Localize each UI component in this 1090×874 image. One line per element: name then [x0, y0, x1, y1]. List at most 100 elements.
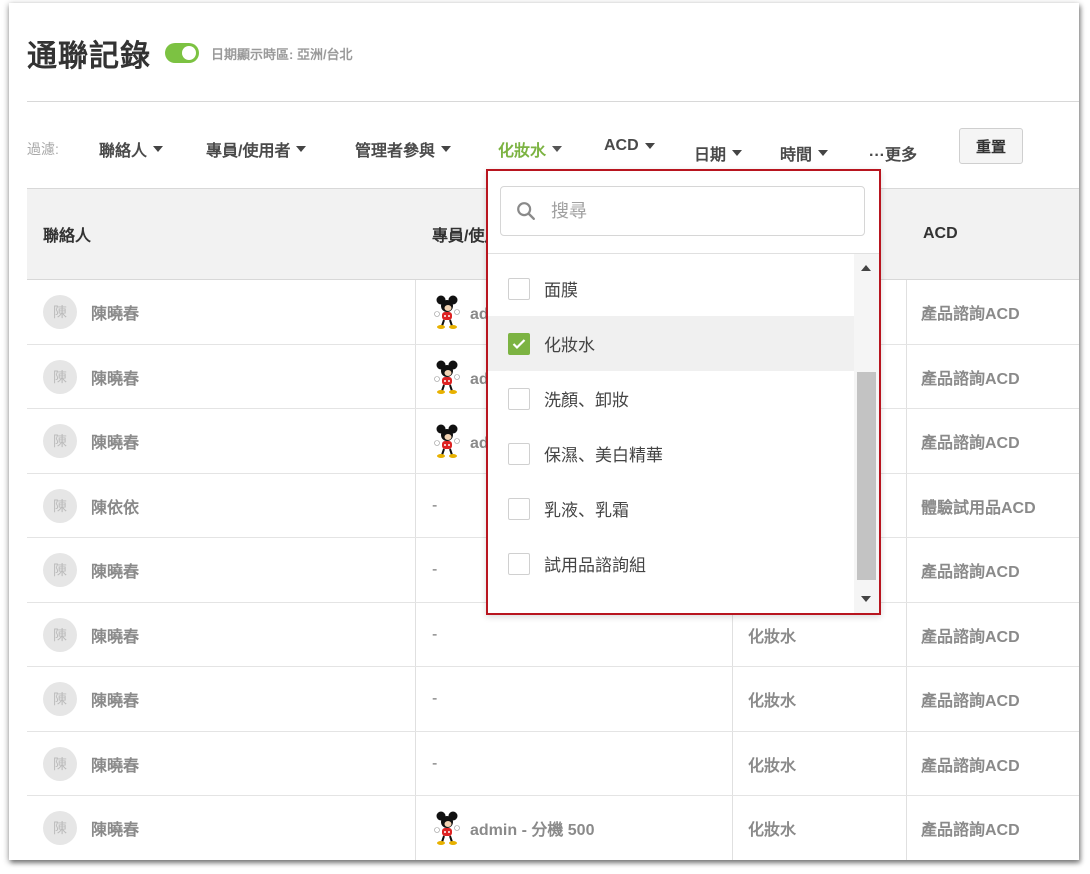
- checkbox[interactable]: [508, 497, 530, 520]
- option-label: 保濕、美白精華: [544, 446, 663, 466]
- contact-cell: 陳陳曉春: [43, 345, 139, 409]
- checkbox-checked[interactable]: [508, 332, 530, 355]
- acd-text: 產品諮詢ACD: [921, 693, 1020, 710]
- column-header-acd[interactable]: ACD: [907, 189, 958, 279]
- search-icon: [517, 202, 535, 220]
- toggle-knob: [182, 46, 196, 60]
- agent-text: -: [432, 690, 438, 707]
- filter-tag-label: 化妝水: [498, 143, 547, 160]
- table-row[interactable]: 陳陳曉春 admin - 分機 500 化妝水 產品諮詢ACD: [27, 796, 1079, 860]
- acd-text: 體驗試用品ACD: [921, 499, 1036, 517]
- caret-down-icon: [818, 150, 829, 156]
- timezone-toggle[interactable]: [165, 43, 199, 63]
- dropdown-option[interactable]: 乳液、乳霜: [488, 481, 854, 536]
- tag-cell: 化妝水: [748, 732, 796, 796]
- filter-acd[interactable]: ACD: [604, 137, 655, 155]
- checkbox[interactable]: [508, 442, 530, 465]
- filter-manager[interactable]: 管理者參與: [355, 137, 452, 161]
- contact-name-link[interactable]: 陳曉春: [91, 300, 139, 324]
- avatar: 陳: [43, 488, 77, 523]
- dropdown-option[interactable]: 化妝水: [488, 316, 854, 371]
- avatar: 陳: [43, 424, 77, 458]
- agent-cell: -: [432, 474, 437, 538]
- mickey-avatar-icon: [434, 811, 460, 845]
- agent-cell: -: [432, 603, 437, 667]
- caret-down-icon: [732, 150, 743, 156]
- avatar: 陳: [43, 682, 77, 716]
- table-row[interactable]: 陳陳曉春 - 化妝水 產品諮詢ACD: [27, 667, 1079, 732]
- acd-text: 產品諮詢ACD: [921, 564, 1020, 581]
- filter-time[interactable]: 時間: [780, 141, 829, 165]
- contact-name-link[interactable]: 陳曉春: [91, 558, 139, 582]
- dropdown-option[interactable]: 試用品諮詢組: [488, 536, 854, 591]
- tag-text: 化妝水: [748, 693, 797, 710]
- contact-cell: 陳陳曉春: [43, 538, 139, 602]
- option-label: 乳液、乳霜: [544, 501, 629, 521]
- contact-cell: 陳陳依依: [43, 474, 139, 538]
- agent-cell: -: [432, 538, 437, 602]
- agent-text: -: [432, 496, 438, 514]
- filter-manager-label: 管理者參與: [355, 143, 436, 160]
- dropdown-options: 面膜化妝水洗顏、卸妝保濕、美白精華 乳液、乳霜試用品諮詢組: [488, 261, 854, 591]
- checkbox[interactable]: [508, 277, 530, 300]
- contact-name-link[interactable]: 陳曉春: [91, 752, 139, 776]
- filter-label: 過濾:: [27, 141, 59, 157]
- acd-text: 產品諮詢ACD: [921, 822, 1020, 839]
- reset-button[interactable]: 重置: [959, 128, 1023, 164]
- acd-text: 產品諮詢ACD: [921, 628, 1020, 646]
- table-row[interactable]: 陳陳曉春 - 化妝水 產品諮詢ACD: [27, 732, 1079, 796]
- contact-name-link[interactable]: 陳曉春: [91, 816, 139, 840]
- dropdown-option[interactable]: 洗顏、卸妝: [488, 371, 854, 426]
- scroll-down-icon[interactable]: [861, 596, 871, 602]
- dropdown-option[interactable]: 保濕、美白精華: [488, 426, 854, 481]
- mickey-avatar-icon: [434, 424, 460, 458]
- caret-down-icon: [644, 143, 655, 149]
- contact-name-link[interactable]: 陳曉春: [91, 687, 139, 711]
- acd-cell: 產品諮詢ACD: [921, 796, 1020, 860]
- contact-name-link[interactable]: 陳曉春: [91, 365, 139, 389]
- filter-agent[interactable]: 專員/使用者: [206, 137, 307, 161]
- agent-text: -: [432, 754, 438, 772]
- checkbox[interactable]: [508, 387, 530, 410]
- filter-tag[interactable]: 化妝水: [498, 137, 563, 161]
- avatar: 陳: [43, 746, 77, 781]
- dropdown-search: [500, 186, 865, 236]
- contact-cell: 陳陳曉春: [43, 667, 139, 731]
- tag-cell: 化妝水: [748, 796, 796, 860]
- agent-text: -: [432, 625, 438, 643]
- dropdown-search-input[interactable]: [551, 200, 831, 222]
- avatar: 陳: [43, 617, 77, 652]
- dropdown-scrollbar[interactable]: [854, 254, 879, 613]
- option-label: 試用品諮詢組: [544, 556, 646, 576]
- tag-text: 化妝水: [748, 628, 797, 646]
- filter-date-label: 日期: [694, 147, 727, 164]
- filter-date[interactable]: 日期: [694, 141, 743, 165]
- contact-name-link[interactable]: 陳曉春: [91, 429, 139, 453]
- contact-cell: 陳陳曉春: [43, 603, 139, 667]
- acd-cell: 產品諮詢ACD: [921, 732, 1020, 796]
- agent-cell: -: [432, 732, 437, 796]
- agent-text[interactable]: admin - 分機 500: [470, 816, 594, 840]
- dropdown-option[interactable]: 面膜: [488, 261, 854, 316]
- acd-cell: 產品諮詢ACD: [921, 345, 1020, 409]
- filter-agent-label: 專員/使用者: [206, 143, 291, 160]
- filter-contact[interactable]: 聯絡人: [99, 137, 164, 161]
- acd-cell: 產品諮詢ACD: [921, 409, 1020, 473]
- app-frame: 通聯記錄 日期顯示時區: 亞洲/台北 過濾: 聯絡人 專員/使用者 管理者參與 …: [9, 3, 1079, 860]
- page-title: 通聯記錄: [27, 40, 151, 73]
- scroll-thumb[interactable]: [857, 372, 876, 580]
- avatar: 陳: [43, 553, 77, 587]
- header-divider: [27, 101, 1079, 102]
- column-header-contact[interactable]: 聯絡人: [27, 189, 91, 279]
- acd-cell: 產品諮詢ACD: [921, 603, 1020, 667]
- contact-name-link[interactable]: 陳依依: [91, 494, 139, 518]
- checkbox[interactable]: [508, 552, 530, 575]
- caret-down-icon: [153, 146, 164, 152]
- filter-more[interactable]: ···更多: [869, 141, 917, 165]
- contact-name-link[interactable]: 陳曉春: [91, 623, 139, 647]
- scroll-up-icon[interactable]: [861, 265, 871, 271]
- option-label: 化妝水: [544, 336, 595, 356]
- option-label: 洗顏、卸妝: [544, 391, 629, 411]
- tag-filter-dropdown: 面膜化妝水洗顏、卸妝保濕、美白精華乳液、乳霜試用品諮詢組: [486, 169, 881, 615]
- tag-cell: 化妝水: [748, 667, 796, 731]
